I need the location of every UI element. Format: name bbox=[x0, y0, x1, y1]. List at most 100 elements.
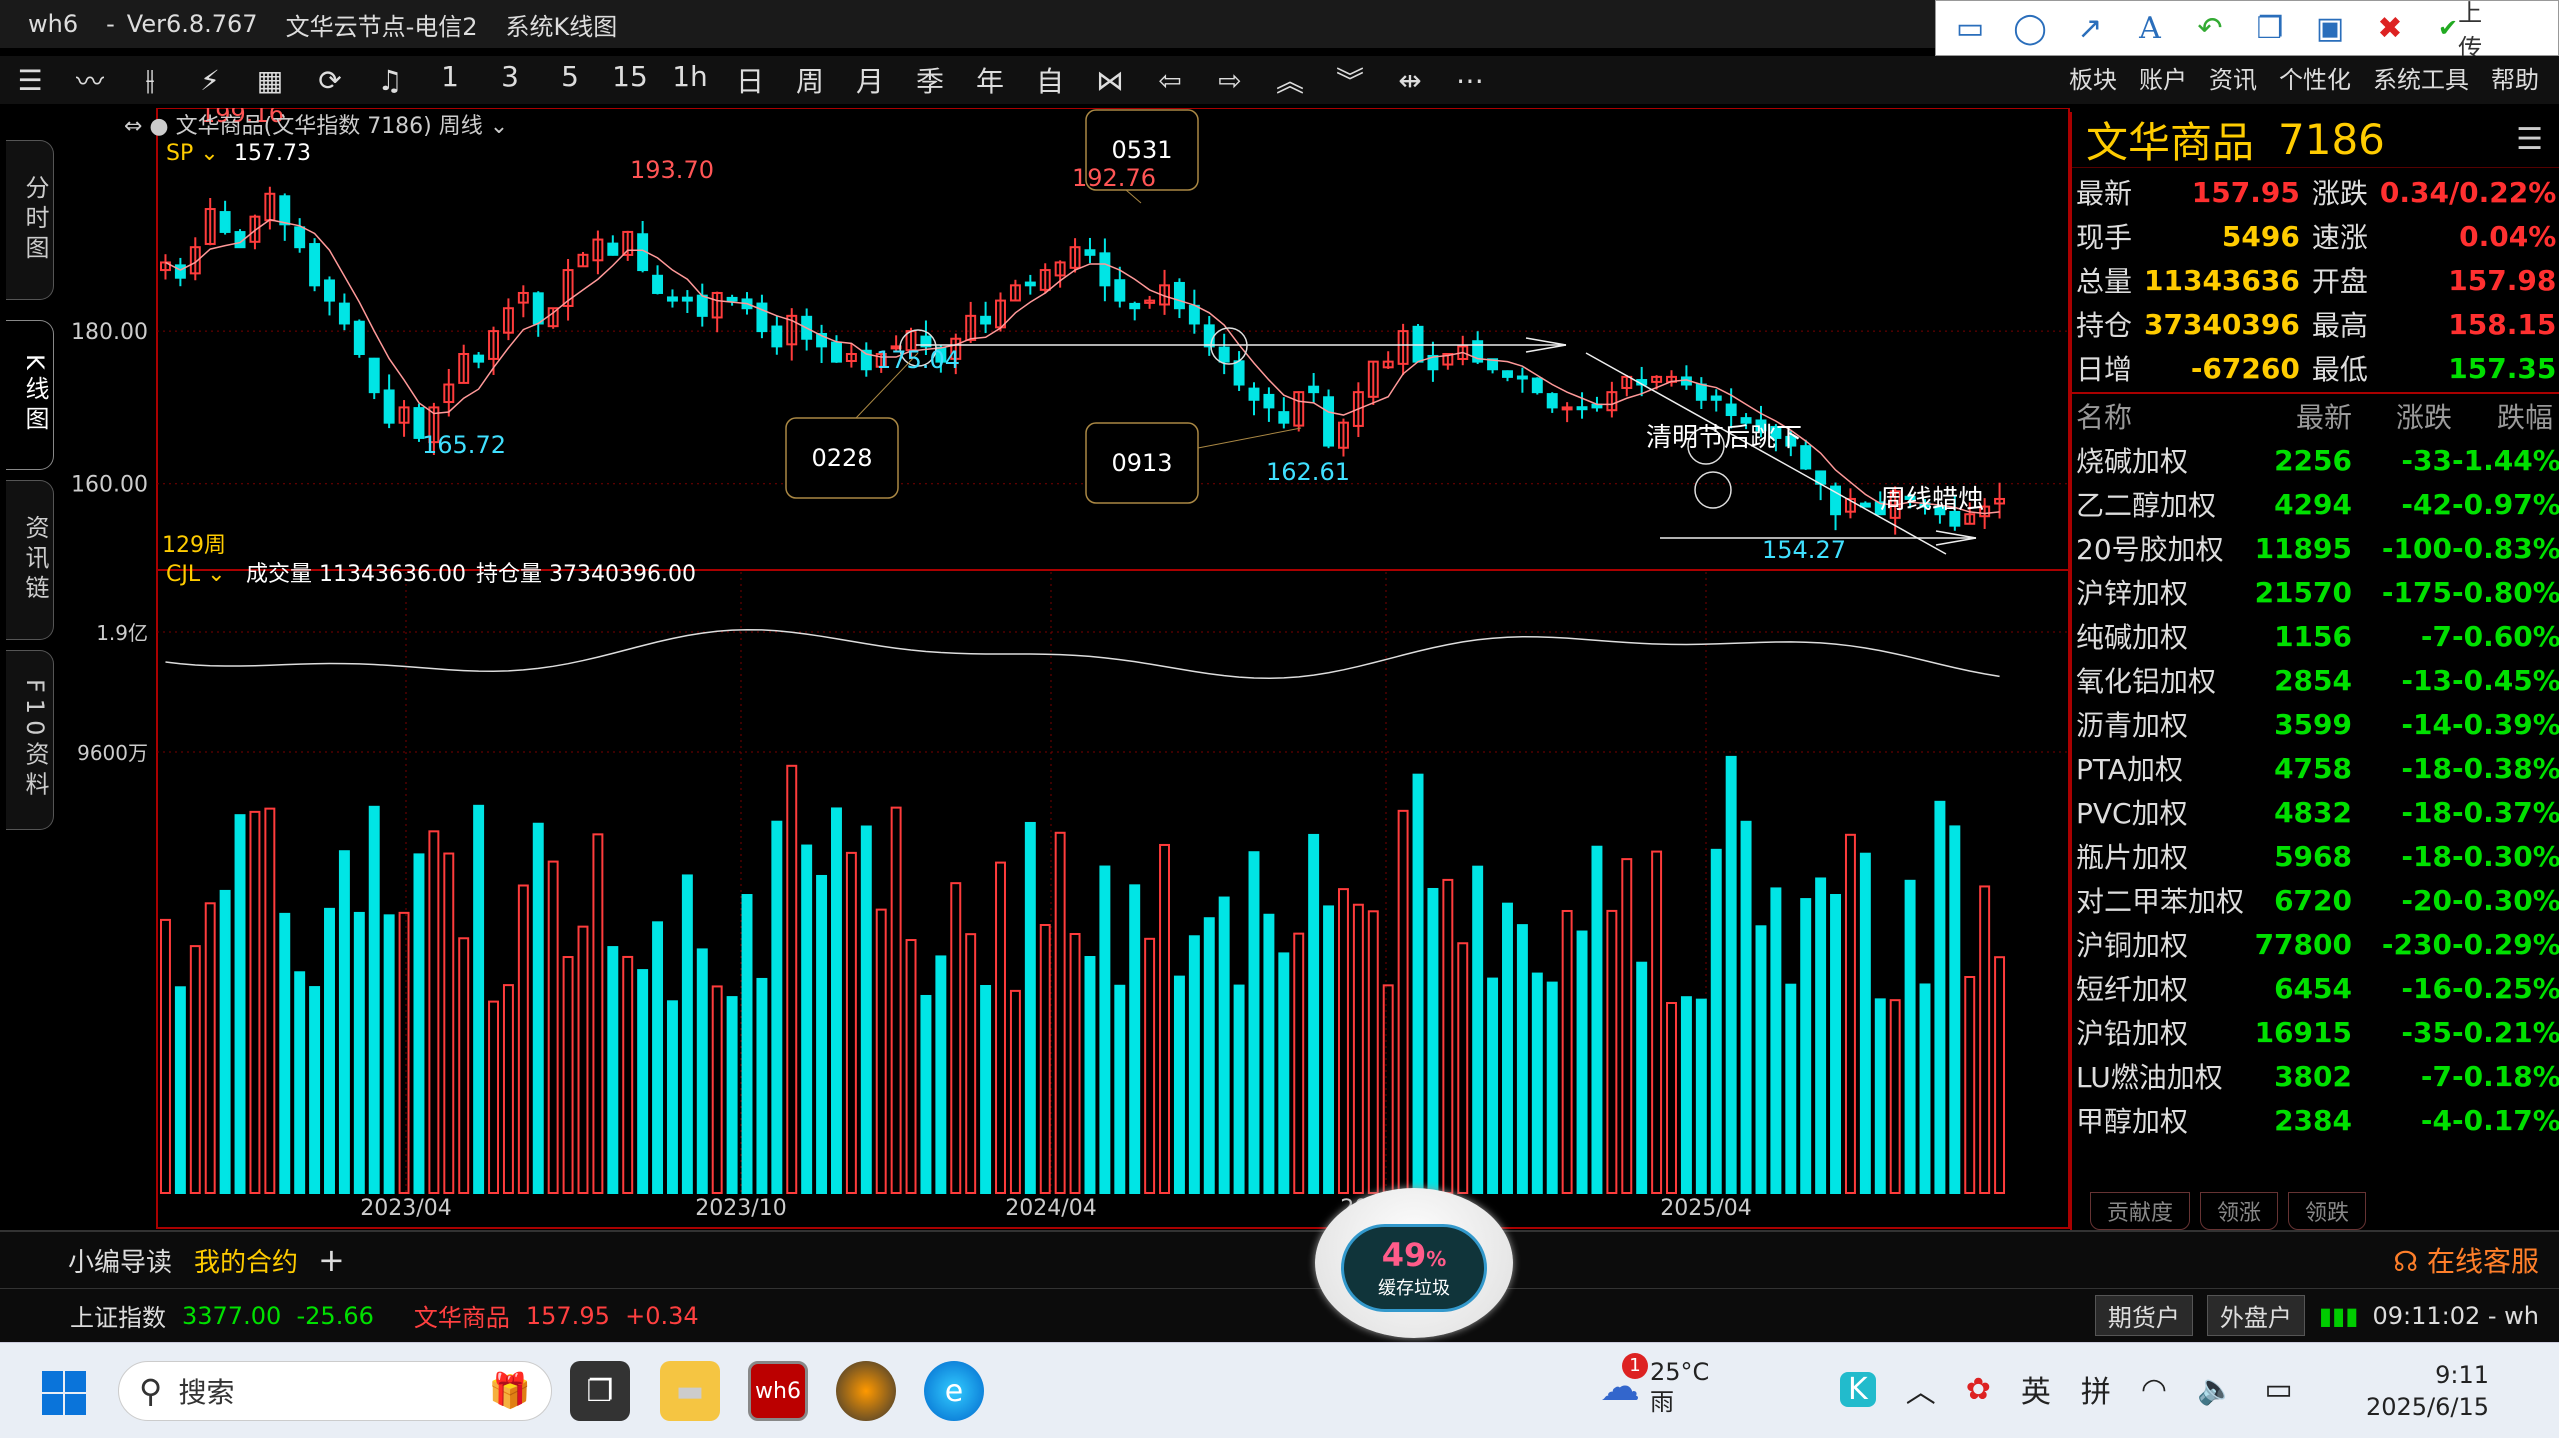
rank-row[interactable]: 沪铜加权 77800 -230 -0.29% bbox=[2072, 922, 2559, 966]
rank-row[interactable]: 短纤加权 6454 -16 -0.25% bbox=[2072, 966, 2559, 1010]
ime-english[interactable]: 英 bbox=[2021, 1367, 2051, 1411]
rank-row[interactable]: 甲醇加权 2384 -4 -0.17% bbox=[2072, 1098, 2559, 1142]
rank-row[interactable]: 纯碱加权 1156 -7 -0.60% bbox=[2072, 614, 2559, 658]
period-button-2[interactable]: 5 bbox=[540, 60, 600, 100]
tab-kline[interactable]: K线图 bbox=[6, 320, 54, 470]
kline-chart[interactable]: 180.00 160.00 1.9亿 9600万 2023/04 2023/10 2024/… bbox=[56, 100, 2070, 1230]
start-button[interactable] bbox=[40, 1369, 88, 1417]
huawei-icon[interactable]: ✿ bbox=[1966, 1372, 1991, 1407]
rank-row[interactable]: PVC加权 4832 -18 -0.37% bbox=[2072, 790, 2559, 834]
period-button-0[interactable]: 1 bbox=[420, 60, 480, 100]
pattern-icon[interactable]: ⚡ bbox=[180, 64, 240, 97]
period-button-5[interactable]: 日 bbox=[720, 60, 780, 100]
bell-icon[interactable]: ♫ bbox=[360, 64, 420, 97]
copy-icon[interactable]: ❐ bbox=[2250, 8, 2290, 48]
futures-account-button[interactable]: 期货户 bbox=[2094, 1295, 2193, 1336]
more-icon[interactable]: ⋯ bbox=[1440, 64, 1500, 97]
volume-icon[interactable]: 🔈 bbox=[2197, 1372, 2234, 1407]
period-button-7[interactable]: 月 bbox=[840, 60, 900, 100]
refresh-icon[interactable]: ⟳ bbox=[300, 64, 360, 97]
taskbar-search[interactable]: ⚲ 搜索 🎁 bbox=[118, 1361, 552, 1421]
taskbar-clock[interactable]: 9:11 2025/6/15 bbox=[2366, 1359, 2489, 1423]
period-button-9[interactable]: 年 bbox=[960, 60, 1020, 100]
ime-pinyin[interactable]: 拼 bbox=[2081, 1367, 2111, 1411]
ellipse-icon[interactable]: ◯ bbox=[2010, 8, 2050, 48]
online-service-button[interactable]: ☊ 在线客服 bbox=[2393, 1240, 2539, 1280]
up-icon[interactable]: ︽ bbox=[1260, 60, 1320, 100]
menu-item-4[interactable]: 系统工具 bbox=[2373, 60, 2469, 95]
period-button-8[interactable]: 季 bbox=[900, 60, 960, 100]
menu-item-0[interactable]: 板块 bbox=[2069, 60, 2117, 95]
menu-item-2[interactable]: 资讯 bbox=[2209, 60, 2257, 95]
kline-icon[interactable]: ⫲ bbox=[120, 63, 180, 97]
period-button-4[interactable]: 1h bbox=[660, 60, 720, 100]
menu-item-5[interactable]: 帮助 bbox=[2491, 60, 2539, 95]
period-button-1[interactable]: 3 bbox=[480, 60, 540, 100]
down-icon[interactable]: ︾ bbox=[1320, 60, 1380, 100]
list-icon[interactable]: ☰ bbox=[0, 64, 60, 97]
volume-bar bbox=[1487, 977, 1499, 1194]
volume-bar bbox=[1815, 877, 1827, 1194]
cache-cleaner-widget[interactable]: 49% 缓存垃圾 bbox=[1315, 1188, 1513, 1338]
rank-row[interactable]: 20号胶加权 11895 -100 -0.83% bbox=[2072, 526, 2559, 570]
tab-my-contracts[interactable]: 我的合约 bbox=[194, 1242, 298, 1279]
tab-top-gainers[interactable]: 领涨 bbox=[2200, 1192, 2279, 1230]
rank-row[interactable]: 对二甲苯加权 6720 -20 -0.30% bbox=[2072, 878, 2559, 922]
tab-news-chain[interactable]: 资讯链 bbox=[6, 480, 54, 640]
x-tick-label: 2023/04 bbox=[360, 1196, 451, 1221]
expand-icon[interactable]: ⇹ bbox=[1380, 64, 1440, 97]
rank-row[interactable]: 瓶片加权 5968 -18 -0.30% bbox=[2072, 834, 2559, 878]
rank-row[interactable]: 乙二醇加权 4294 -42 -0.97% bbox=[2072, 482, 2559, 526]
menu-icon[interactable]: ☰ bbox=[2516, 122, 2543, 157]
line-chart-icon[interactable]: 〰 bbox=[60, 60, 120, 100]
volume-bar bbox=[1114, 984, 1126, 1194]
rank-row[interactable]: PTA加权 4758 -18 -0.38% bbox=[2072, 746, 2559, 790]
task-view-icon[interactable]: ❐ bbox=[570, 1361, 630, 1421]
candle-body bbox=[473, 354, 485, 363]
rank-row[interactable]: LU燃油加权 3802 -7 -0.18% bbox=[2072, 1054, 2559, 1098]
tab-timeshare[interactable]: 分时图 bbox=[6, 140, 54, 300]
volume-bar bbox=[845, 851, 857, 1194]
rank-row[interactable]: 沥青加权 3599 -14 -0.39% bbox=[2072, 702, 2559, 746]
battery-icon[interactable]: ▭ bbox=[2264, 1372, 2292, 1407]
chart-area[interactable]: 180.00 160.00 1.9亿 9600万 2023/04 2023/10 2024/… bbox=[56, 100, 2070, 1230]
foreign-account-button[interactable]: 外盘户 bbox=[2206, 1295, 2305, 1336]
chevron-up-icon[interactable]: ︿ bbox=[1906, 1367, 1936, 1411]
close-icon[interactable]: ✖ bbox=[2370, 8, 2410, 48]
compare-icon[interactable]: ⋈ bbox=[1080, 64, 1140, 97]
period-button-6[interactable]: 周 bbox=[780, 60, 840, 100]
wifi-icon[interactable]: ◠ bbox=[2141, 1372, 2167, 1407]
kingsoft-icon[interactable]: K bbox=[1840, 1371, 1876, 1407]
menu-item-3[interactable]: 个性化 bbox=[2279, 60, 2351, 95]
menu-item-1[interactable]: 账户 bbox=[2139, 60, 2187, 95]
undo-icon[interactable]: ↶ bbox=[2190, 8, 2230, 48]
volume-value: 成交量 11343636.00 bbox=[246, 562, 466, 587]
tab-editor-guide[interactable]: 小编导读 bbox=[68, 1242, 172, 1279]
volume-bar bbox=[1382, 984, 1394, 1195]
rank-row[interactable]: 烧碱加权 2256 -33 -1.44% bbox=[2072, 438, 2559, 482]
rank-row[interactable]: 氧化铝加权 2854 -13 -0.45% bbox=[2072, 658, 2559, 702]
edge-browser-icon[interactable]: e bbox=[924, 1361, 984, 1421]
grid-icon[interactable]: ▦ bbox=[240, 64, 300, 97]
text-icon[interactable]: A bbox=[2130, 8, 2170, 48]
period-button-10[interactable]: 自 bbox=[1020, 60, 1080, 100]
wh6-app-icon[interactable]: wh6 bbox=[748, 1361, 808, 1421]
rectangle-icon[interactable]: ▭ bbox=[1950, 8, 1990, 48]
save-icon[interactable]: ▣ bbox=[2310, 8, 2350, 48]
tab-top-losers[interactable]: 领跌 bbox=[2288, 1192, 2367, 1230]
rank-cell: -7 bbox=[2420, 1059, 2452, 1093]
add-tab-button[interactable]: + bbox=[318, 1241, 345, 1279]
upload-button[interactable]: ✔ 上传 bbox=[2438, 0, 2482, 62]
rank-row[interactable]: 沪铅加权 16915 -35 -0.21% bbox=[2072, 1010, 2559, 1054]
arrow-icon[interactable]: ↗ bbox=[2070, 8, 2110, 48]
file-explorer-icon[interactable]: ▬ bbox=[660, 1361, 720, 1421]
right-icon[interactable]: ⇨ bbox=[1200, 64, 1260, 97]
rank-row[interactable]: 沪锌加权 21570 -175 -0.80% bbox=[2072, 570, 2559, 614]
rank-cell: -0.29% bbox=[2452, 927, 2559, 961]
tab-contribution[interactable]: 贡献度 bbox=[2090, 1192, 2191, 1230]
tab-f10[interactable]: F10资料 bbox=[6, 650, 54, 830]
period-button-3[interactable]: 15 bbox=[600, 60, 660, 100]
app-orb-icon[interactable] bbox=[836, 1361, 896, 1421]
weather-widget[interactable]: ☁ 1 25°C 雨 bbox=[1600, 1353, 1709, 1417]
left-icon[interactable]: ⇦ bbox=[1140, 64, 1200, 97]
